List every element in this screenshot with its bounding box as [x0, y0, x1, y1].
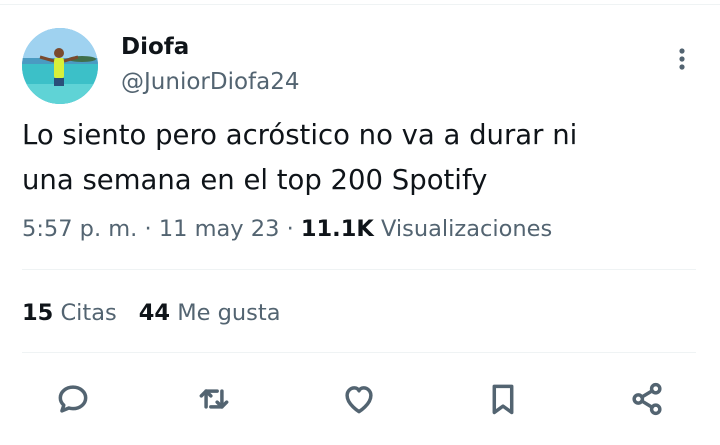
quotes-count: 15: [22, 300, 54, 326]
more-vertical-icon: [679, 48, 685, 70]
quotes-label: Citas: [60, 300, 117, 326]
share-button[interactable]: [622, 374, 672, 424]
quotes-stat[interactable]: 15 Citas: [22, 300, 117, 326]
divider: [22, 352, 696, 353]
reply-icon: [58, 385, 88, 413]
likes-label: Me gusta: [177, 300, 281, 326]
tweet-time[interactable]: 5:57 p. m.: [22, 216, 137, 242]
author-display-name[interactable]: Diofa: [121, 32, 189, 62]
avatar-image: [22, 28, 98, 104]
heart-icon: [345, 386, 373, 414]
tweet-text: Lo siento pero acróstico no va a durar n…: [22, 113, 682, 203]
share-icon: [632, 382, 662, 416]
meta-separator: ·: [144, 216, 152, 242]
tweet-date[interactable]: 11 may 23: [159, 216, 280, 242]
action-bar: [0, 374, 720, 424]
tweet-stats: 15 Citas 44 Me gusta: [22, 296, 281, 330]
retweet-button[interactable]: [189, 374, 239, 424]
top-divider: [0, 4, 720, 5]
likes-count: 44: [138, 300, 171, 326]
tweet-meta: 5:57 p. m. · 11 may 23 · 11.1K Visualiza…: [22, 212, 552, 246]
more-options-button[interactable]: [670, 44, 694, 74]
divider: [22, 269, 696, 270]
bookmark-button[interactable]: [478, 374, 528, 424]
reply-button[interactable]: [48, 374, 98, 424]
avatar[interactable]: [22, 28, 98, 104]
bookmark-icon: [492, 384, 514, 415]
meta-separator: ·: [286, 216, 294, 242]
author-handle[interactable]: @JuniorDiofa24: [121, 67, 300, 97]
views-label: Visualizaciones: [380, 216, 553, 242]
like-button[interactable]: [334, 374, 384, 424]
likes-stat[interactable]: 44 Me gusta: [139, 300, 281, 326]
tweet-text-line: una semana en el top 200 Spotify: [22, 164, 488, 196]
retweet-icon: [199, 389, 229, 409]
tweet-text-line: Lo siento pero acróstico no va a durar n…: [22, 119, 578, 151]
views-count: 11.1K: [300, 216, 374, 242]
